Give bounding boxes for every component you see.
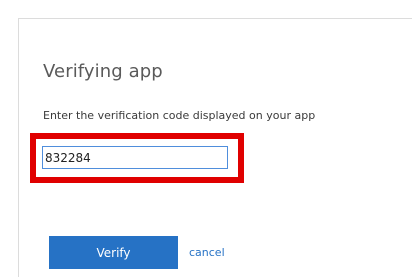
verification-code-input[interactable] [42,146,228,169]
page-title: Verifying app [43,61,163,82]
cancel-link[interactable]: cancel [189,246,225,259]
instruction-text: Enter the verification code displayed on… [43,109,316,122]
verify-button[interactable]: Verify [49,236,178,269]
